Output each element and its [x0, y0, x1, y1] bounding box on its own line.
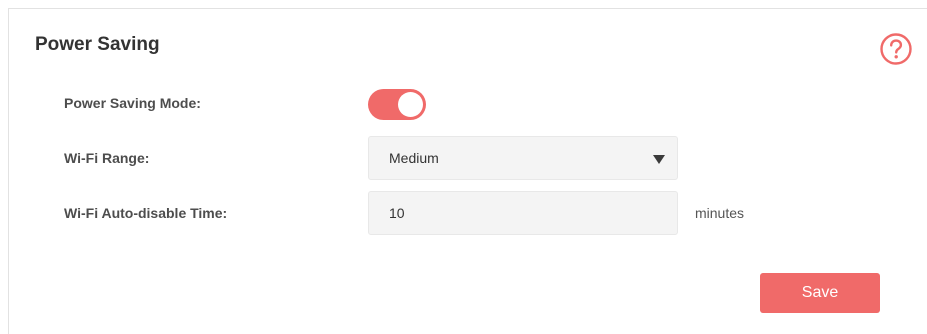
- toggle-knob: [398, 92, 423, 117]
- wifi-range-label: Wi-Fi Range:: [64, 150, 150, 166]
- section-title: Power Saving: [35, 34, 160, 55]
- question-circle-icon[interactable]: [879, 32, 913, 66]
- save-button[interactable]: Save: [760, 273, 880, 313]
- caret-down-icon: [653, 155, 665, 164]
- power-saving-mode-toggle[interactable]: [368, 89, 426, 120]
- wifi-range-select[interactable]: Medium: [368, 136, 678, 180]
- auto-disable-time-input[interactable]: [368, 191, 678, 235]
- power-saving-panel: Power Saving Power Saving Mode: Wi-Fi Ra…: [8, 8, 927, 334]
- auto-disable-time-label: Wi-Fi Auto-disable Time:: [64, 205, 228, 221]
- wifi-range-selected-value: Medium: [389, 150, 439, 166]
- power-saving-mode-label: Power Saving Mode:: [64, 95, 201, 111]
- minutes-unit-label: minutes: [695, 205, 745, 221]
